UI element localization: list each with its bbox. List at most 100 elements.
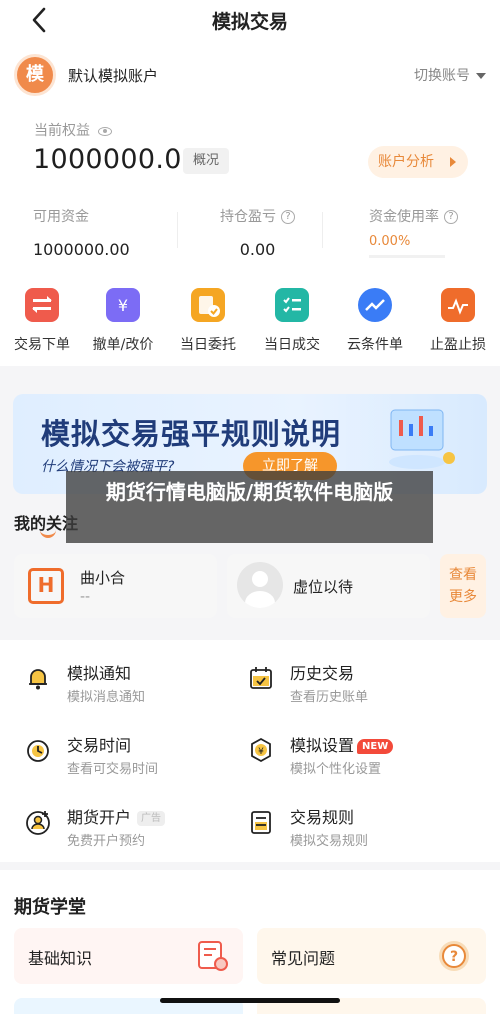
menu-item-notification[interactable]: 模拟通知 模拟消息通知 xyxy=(24,660,254,710)
menu-item-title-row: 模拟设置 NEW xyxy=(290,732,394,756)
see-more-button[interactable]: 查看更多 xyxy=(440,554,486,618)
calendar-check-icon xyxy=(250,667,272,689)
quick-action-daily-deal[interactable]: 当日成交 xyxy=(250,288,334,354)
switch-account-label: 切换账号 xyxy=(414,68,470,84)
svg-text:¥: ¥ xyxy=(118,296,128,315)
quick-action-label: 止盈止损 xyxy=(430,337,486,353)
divider xyxy=(322,212,323,248)
available-funds-stat: 可用资金 1000000.00 xyxy=(33,206,130,259)
trade-order-icon xyxy=(25,288,59,322)
menu-item-sub: 模拟消息通知 xyxy=(67,690,146,705)
quick-action-cloud-condition[interactable]: 云条件单 xyxy=(333,288,417,354)
menu-item-title: 交易时间 xyxy=(67,736,132,755)
equity-label: 当前权益 xyxy=(34,123,90,139)
focus-card-name: 曲小合 xyxy=(80,569,126,587)
overlay-caption: 期货行情电脑版/期货软件电脑版 xyxy=(66,471,433,543)
help-question-icon[interactable]: ? xyxy=(444,210,458,224)
quick-action-daily-order[interactable]: 当日委托 xyxy=(166,288,250,354)
fund-usage-stat: 资金使用率? 0.00% xyxy=(369,206,458,258)
svg-text:¥: ¥ xyxy=(258,747,264,757)
quick-action-label: 撤单/改价 xyxy=(92,337,154,353)
account-avatar: 模 xyxy=(14,54,56,96)
account-summary-card: 模 默认模拟账户 切换账号 当前权益 1000000.00 概况 账户分析 可用… xyxy=(0,40,500,366)
menu-item-history-trade[interactable]: 历史交易 查看历史账单 xyxy=(247,660,477,710)
quick-action-label: 当日委托 xyxy=(180,337,236,353)
stat-value: 1000000.00 xyxy=(33,240,130,259)
menu-item-sub: 模拟个性化设置 xyxy=(290,762,382,777)
quick-actions: 交易下单 ¥ 撤单/改价 当日委托 当日成交 云条件单 止盈止损 xyxy=(0,288,500,358)
page-title: 模拟交易 xyxy=(211,11,288,33)
ad-badge: 广告 xyxy=(137,811,166,826)
faq-card[interactable]: 常见问题 ? xyxy=(257,928,486,984)
account-open-icon xyxy=(26,811,50,835)
quick-action-trade-order[interactable]: 交易下单 xyxy=(0,288,84,354)
stat-value: 0.00 xyxy=(239,240,276,259)
menu-item-title: 模拟通知 xyxy=(67,664,132,683)
daily-order-icon xyxy=(191,288,225,322)
account-analysis-label: 账户分析 xyxy=(378,154,434,170)
divider xyxy=(177,212,178,248)
quick-action-label: 云条件单 xyxy=(347,337,403,353)
dropdown-triangle-icon xyxy=(476,73,486,79)
settings-icon: ¥ xyxy=(251,737,271,763)
chart-illustration-icon xyxy=(389,409,455,469)
menu-item-sub: 模拟交易规则 xyxy=(290,834,369,849)
basic-knowledge-icon xyxy=(198,941,228,971)
rules-document-icon xyxy=(251,811,271,834)
account-row: 模 默认模拟账户 切换账号 xyxy=(14,54,486,96)
menu-item-title: 模拟设置 xyxy=(290,736,355,755)
futures-school-title: 期货学堂 xyxy=(14,897,86,918)
switch-account-button[interactable]: 切换账号 xyxy=(414,65,486,85)
home-indicator xyxy=(160,998,340,1003)
account-analysis-button[interactable]: 账户分析 xyxy=(368,146,468,178)
menu-item-trading-time[interactable]: 交易时间 查看可交易时间 xyxy=(24,732,254,782)
stat-label-row: 持仓盈亏? xyxy=(220,206,295,226)
broker-logo-icon xyxy=(28,568,64,604)
cloud-condition-icon xyxy=(358,288,392,322)
position-pnl-stat: 持仓盈亏? 0.00 xyxy=(220,206,295,259)
menu-item-title: 交易规则 xyxy=(290,808,355,827)
stat-label: 资金使用率 xyxy=(369,209,439,225)
svg-text:?: ? xyxy=(450,949,458,965)
overview-tag[interactable]: 概况 xyxy=(183,148,229,174)
feature-menu: 模拟通知 模拟消息通知 历史交易 查看历史账单 交易时间 查看可交易时间 ¥ 模… xyxy=(0,640,500,862)
banner-title: 模拟交易强平规则说明 xyxy=(41,417,342,451)
menu-item-title-row: 期货开户 广告 xyxy=(67,804,166,828)
usage-progress-bar xyxy=(369,255,445,258)
stat-value: 0.00% xyxy=(369,234,411,249)
menu-item-sim-settings[interactable]: ¥ 模拟设置 NEW 模拟个性化设置 xyxy=(247,732,477,782)
clock-icon xyxy=(27,740,49,762)
basic-knowledge-card[interactable]: 基础知识 xyxy=(14,928,243,984)
faq-icon: ? xyxy=(439,941,469,971)
stat-label: 可用资金 xyxy=(33,209,89,225)
menu-item-trade-rules[interactable]: 交易规则 模拟交易规则 xyxy=(247,804,477,854)
eye-icon[interactable] xyxy=(98,126,112,136)
see-more-label: 查看更多 xyxy=(449,567,477,605)
quick-action-label: 交易下单 xyxy=(14,337,70,353)
focus-card-name: 虚位以待 xyxy=(293,578,354,596)
menu-item-sub: 查看可交易时间 xyxy=(67,762,159,777)
menu-item-sub: 查看历史账单 xyxy=(290,690,369,705)
equity-value: 1000000.00 xyxy=(33,144,200,175)
title-accent xyxy=(40,530,56,538)
help-question-icon[interactable]: ? xyxy=(281,210,295,224)
quick-action-cancel-order[interactable]: ¥ 撤单/改价 xyxy=(81,288,165,354)
school-card-title: 常见问题 xyxy=(271,949,336,968)
stat-label-row: 资金使用率? xyxy=(369,206,458,226)
menu-item-sub: 免费开户预约 xyxy=(67,834,146,849)
focus-card-sub: -- xyxy=(80,589,91,605)
focus-card-quxiaohe[interactable]: 曲小合 -- xyxy=(14,554,217,618)
chevron-right-icon xyxy=(450,157,456,167)
menu-item-open-account[interactable]: 期货开户 广告 免费开户预约 xyxy=(24,804,254,854)
quick-action-stop-profit-loss[interactable]: 止盈止损 xyxy=(416,288,500,354)
equity-label-row: 当前权益 xyxy=(34,120,112,140)
stat-label: 持仓盈亏 xyxy=(220,209,276,225)
top-bar: 模拟交易 xyxy=(0,0,500,40)
cancel-order-icon: ¥ xyxy=(106,288,140,322)
stop-profit-loss-icon xyxy=(441,288,475,322)
account-name: 默认模拟账户 xyxy=(68,67,159,85)
focus-card-placeholder[interactable]: 虚位以待 xyxy=(227,554,430,618)
futures-school-section: 期货学堂 基础知识 常见问题 ? xyxy=(0,870,500,1014)
new-badge: NEW xyxy=(357,739,394,754)
menu-item-title: 期货开户 xyxy=(67,808,132,827)
